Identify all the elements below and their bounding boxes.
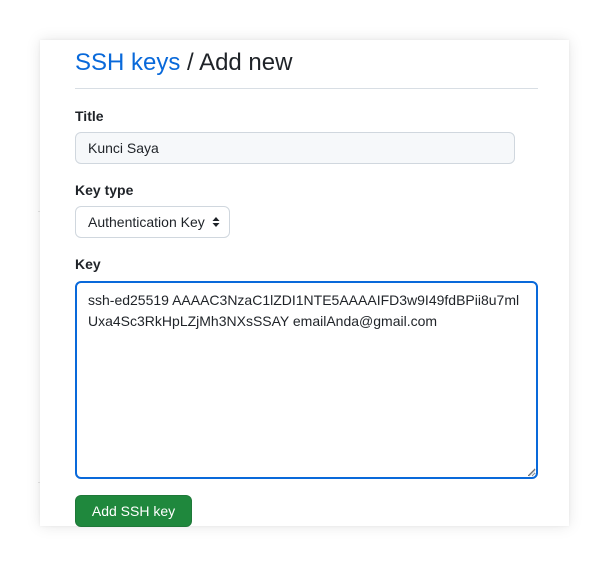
breadcrumb-ssh-keys-link[interactable]: SSH keys (75, 49, 180, 76)
title-field[interactable] (75, 132, 515, 164)
key-textarea[interactable]: ssh-ed25519 AAAAC3NzaC1lZDI1NTE5AAAAIFD3… (75, 281, 538, 479)
resize-handle-icon[interactable] (528, 469, 536, 477)
key-type-label: Key type (75, 182, 134, 198)
title-label: Title (75, 108, 104, 124)
key-label: Key (75, 256, 101, 272)
page-title: SSH keys / Add new (75, 48, 292, 78)
add-ssh-key-card: SSH keys / Add new Title Key type Authen… (40, 40, 569, 527)
breadcrumb-current: Add new (199, 49, 293, 76)
select-arrows-icon (212, 217, 220, 227)
key-type-select[interactable]: Authentication Key (75, 206, 230, 238)
key-type-selected-value: Authentication Key (88, 214, 205, 230)
header-divider (75, 88, 538, 89)
breadcrumb-separator: / (187, 49, 194, 76)
add-ssh-key-button[interactable]: Add SSH key (75, 495, 192, 527)
